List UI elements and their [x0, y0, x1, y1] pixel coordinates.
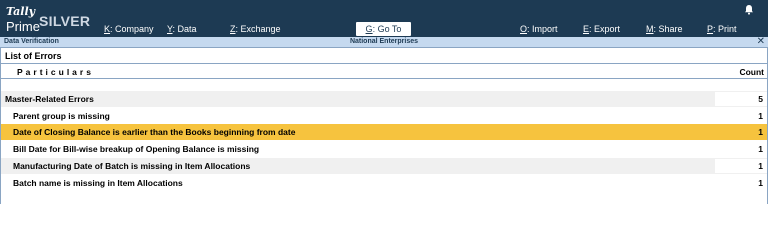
error-row[interactable]: Bill Date for Bill-wise breakup of Openi… [1, 141, 767, 157]
logo-tally-text: Tally [6, 5, 36, 18]
menu-print[interactable]: P: Print [707, 24, 737, 34]
group-count: 5 [758, 94, 763, 104]
menu-company-key: K [104, 24, 111, 34]
menu-import-key: O [520, 24, 528, 34]
menu-export-key: E [583, 24, 590, 34]
error-row[interactable]: Manufacturing Date of Batch is missing i… [1, 158, 767, 174]
menu-company[interactable]: K: Company [104, 24, 154, 34]
error-label: Parent group is missing [13, 111, 110, 121]
error-count: 1 [758, 111, 763, 121]
menu-exchange-key: Z [230, 24, 236, 34]
error-row[interactable]: Parent group is missing 1 [1, 108, 767, 124]
report-area: List of Errors Particulars Count Master-… [0, 48, 768, 204]
error-row-selected[interactable]: Date of Closing Balance is earlier than … [1, 124, 767, 140]
report-title: List of Errors [5, 51, 62, 61]
error-label: Manufacturing Date of Batch is missing i… [13, 161, 251, 171]
menu-share[interactable]: M: Share [646, 24, 683, 34]
error-label: Date of Closing Balance is earlier than … [13, 127, 296, 137]
menu-company-label: Company [115, 24, 154, 34]
edition-label: SILVER [39, 13, 91, 29]
menu-import[interactable]: O: Import [520, 24, 558, 34]
menu-print-label: Print [718, 24, 737, 34]
error-label: Bill Date for Bill-wise breakup of Openi… [13, 144, 260, 154]
top-menu-bar: Tally Prime SILVER K: Company Y: Data Z:… [0, 0, 768, 37]
group-label: Master-Related Errors [5, 94, 94, 104]
error-count: 1 [758, 161, 763, 171]
error-count: 1 [758, 178, 763, 188]
menu-data[interactable]: Y: Data [167, 24, 197, 34]
column-header-count: Count [739, 67, 764, 77]
menu-print-key: P [707, 24, 714, 34]
menu-go-to-button[interactable]: G: Go To [356, 22, 411, 36]
tally-logo: Tally Prime SILVER [6, 4, 101, 34]
close-icon[interactable]: ✕ [757, 36, 765, 47]
menu-share-key: M [646, 24, 654, 34]
column-header-particulars: Particulars [17, 67, 94, 77]
menu-export[interactable]: E: Export [583, 24, 620, 34]
screen-title-bar: Data Verification National Enterprises ✕ [0, 36, 768, 48]
menu-data-key: Y [167, 24, 173, 34]
error-label: Batch name is missing in Item Allocation… [13, 178, 183, 188]
menu-export-label: Export [594, 24, 621, 34]
header-divider-bottom [1, 78, 767, 79]
menu-exchange-label: Exchange [240, 24, 281, 34]
company-name: National Enterprises [349, 38, 419, 45]
header-divider-top [1, 63, 767, 64]
group-row-master-errors[interactable]: Master-Related Errors 5 [1, 91, 767, 107]
menu-import-label: Import [532, 24, 558, 34]
error-count: 1 [758, 127, 763, 137]
logo-prime-text: Prime [6, 19, 40, 34]
menu-exchange[interactable]: Z: Exchange [230, 24, 281, 34]
menu-share-label: Share [658, 24, 683, 34]
menu-goto-label: Go To [377, 24, 402, 34]
menu-data-label: Data [177, 24, 197, 34]
menu-goto-key: G [365, 24, 373, 34]
error-count: 1 [758, 144, 763, 154]
bell-icon[interactable] [744, 4, 754, 15]
error-row[interactable]: Batch name is missing in Item Allocation… [1, 175, 767, 191]
